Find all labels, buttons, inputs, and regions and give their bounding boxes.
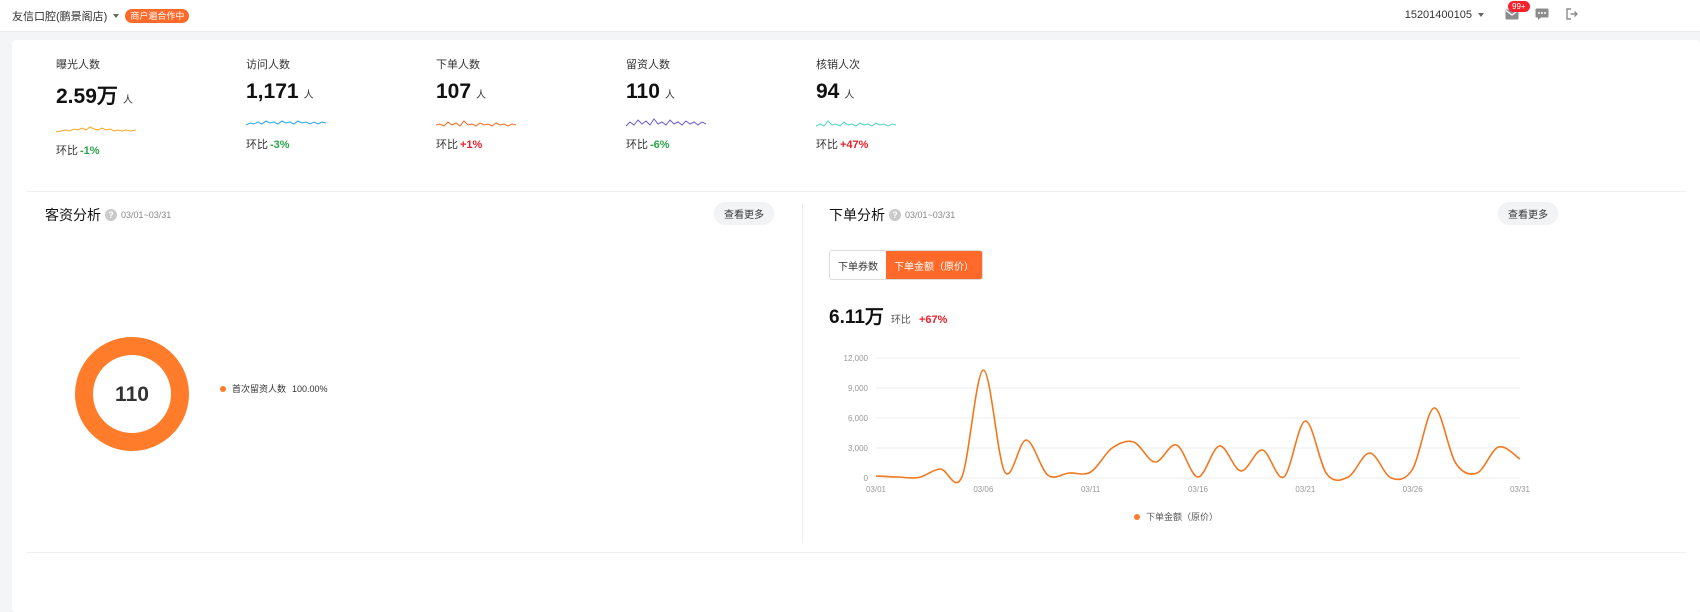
metric-unit: 人 (476, 90, 487, 101)
metric-value: 94 (816, 80, 840, 103)
legend-dot (220, 385, 226, 392)
sparkline (436, 120, 516, 127)
order-line-chart: 0 3,000 6,000 9,000 12,000 03/01 03/06 03/11 03/… (844, 354, 1531, 494)
coop-status-badge: 商户遍合作中 (125, 9, 190, 23)
divider (802, 204, 803, 542)
y-tick-label: 6,000 (848, 414, 869, 423)
x-tick-label: 03/06 (973, 485, 994, 494)
legend-dot (1134, 513, 1140, 520)
divider (26, 552, 1686, 553)
metric-label: 核销人次 (816, 59, 860, 71)
y-tick-label: 0 (864, 474, 869, 483)
ratio-value: +1% (460, 139, 483, 151)
date-range: 03/01~03/31 (121, 210, 172, 220)
ratio-value: -6% (650, 139, 670, 151)
store-selector[interactable]: 友信口腔(鹏景阁店) 商户遍合作中 (12, 8, 190, 24)
date-range: 03/01~03/31 (905, 210, 956, 220)
order-total: 6.11万 环比 +67% (829, 302, 947, 329)
help-icon[interactable]: ? (105, 209, 117, 221)
mail-icon[interactable]: 99+ (1504, 1, 1530, 22)
metric-value: 1,171 (246, 80, 299, 103)
x-tick-label: 03/01 (866, 485, 887, 494)
metric-label: 访问人数 (246, 59, 290, 71)
ratio-label: 环比 (890, 315, 911, 326)
legend-pct: 100.00% (292, 383, 328, 394)
customer-more-button[interactable]: 查看更多 (714, 202, 774, 225)
order-more-button[interactable]: 查看更多 (1498, 202, 1558, 225)
legend-series-name: 下单金额（原价） (1146, 512, 1219, 522)
series-line (875, 369, 1521, 484)
metric-unit: 人 (664, 90, 675, 101)
sparkline (56, 126, 136, 133)
account-menu[interactable]: 15201400105 (1405, 9, 1490, 21)
divider (26, 191, 1686, 192)
ratio-label: 环比 (626, 139, 648, 151)
notification-count-badge: 99+ (1508, 1, 1530, 12)
metric-value: 110 (626, 80, 660, 103)
donut-legend: 首次留资人数 100.00% (220, 382, 328, 395)
y-tick-label: 12,000 (844, 354, 869, 363)
metric-label: 下单人数 (436, 59, 480, 71)
metric-unit: 人 (303, 90, 314, 101)
metric-value: 2.59万 (56, 85, 118, 108)
metric-visits: 访问人数 1,171 人 环比 -3% (246, 56, 426, 152)
top-bar: 友信口腔(鹏景阁店) 商户遍合作中 15201400105 99+ (0, 0, 1700, 32)
account-id: 15201400105 (1404, 9, 1472, 21)
metric-value: 107 (436, 80, 472, 103)
ratio-value: -3% (270, 139, 290, 151)
ratio-label: 环比 (56, 145, 78, 157)
metric-orders: 下单人数 107 人 环比 +1% (436, 56, 616, 152)
metric-label: 留资人数 (626, 59, 670, 71)
store-name: 友信口腔(鹏景阁店) (12, 11, 108, 23)
metric-redemptions: 核销人次 94 人 环比 +47% (816, 56, 996, 152)
order-total-value: 6.11万 (829, 307, 884, 328)
customer-analysis-header: 客资分析 ? 03/01~03/31 (45, 205, 171, 225)
chevron-down-icon (113, 14, 120, 18)
sparkline (626, 118, 706, 127)
chart-legend: 下单金额（原价） (1134, 510, 1218, 523)
ratio-label: 环比 (436, 139, 458, 151)
metric-unit: 人 (122, 95, 133, 106)
tab-order-amount[interactable]: 下单金额（原价） (886, 251, 982, 279)
section-title: 客资分析 (45, 207, 101, 223)
order-metric-tabs: 下单券数 下单金额（原价） (829, 250, 983, 280)
metric-unit: 人 (844, 90, 855, 101)
help-icon[interactable]: ? (889, 209, 901, 221)
metric-exposure: 曝光人数 2.59万人 环比 -1% (56, 56, 236, 158)
metric-leads: 留资人数 110 人 环比 -6% (626, 56, 806, 152)
metric-label: 曝光人数 (56, 59, 100, 71)
sparkline (816, 120, 896, 127)
chevron-down-icon (1478, 13, 1484, 17)
donut-total: 110 (115, 383, 149, 406)
ratio-value: +67% (918, 314, 948, 326)
x-tick-label: 03/21 (1295, 485, 1316, 494)
customer-donut-chart: 110 (75, 337, 189, 451)
section-title: 下单分析 (829, 207, 885, 223)
x-tick-label: 03/31 (1510, 485, 1531, 494)
dashboard-card: 曝光人数 2.59万人 环比 -1% 访问人数 1,171 人 环比 -3% 下单人数… (12, 40, 1700, 612)
ratio-value: -1% (80, 145, 100, 157)
legend-name: 首次留资人数 (232, 384, 287, 394)
ratio-label: 环比 (816, 139, 838, 151)
y-tick-label: 3,000 (848, 444, 869, 453)
x-tick-label: 03/26 (1403, 485, 1424, 494)
x-tick-label: 03/16 (1188, 485, 1209, 494)
ratio-value: +47% (840, 139, 869, 151)
order-analysis-header: 下单分析 ? 03/01~03/31 (829, 205, 955, 225)
sparkline (246, 120, 326, 126)
logout-icon[interactable] (1564, 6, 1580, 22)
y-tick-label: 9,000 (848, 384, 869, 393)
ratio-label: 环比 (246, 139, 268, 151)
message-icon[interactable] (1534, 6, 1550, 22)
x-tick-label: 03/11 (1081, 485, 1101, 494)
tab-order-coupons[interactable]: 下单券数 (830, 251, 886, 279)
